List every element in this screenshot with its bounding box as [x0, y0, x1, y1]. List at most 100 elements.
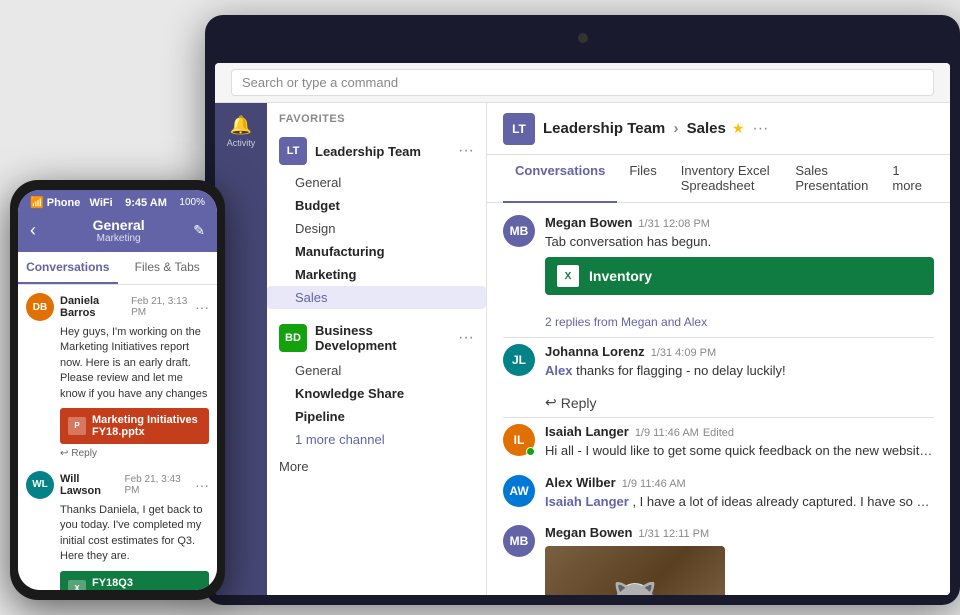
more-link[interactable]: More — [267, 451, 486, 482]
phone-channel-name: General — [44, 217, 193, 233]
header-team-avatar: LT — [503, 113, 535, 145]
phone-msg-header-1: DB Daniela Barros Feb 21, 3:13 PM ··· — [26, 293, 209, 321]
reply-label-phone-1: Reply — [71, 448, 97, 459]
search-bar-container: Search or type a command — [215, 63, 950, 103]
channel-marketing[interactable]: Marketing — [267, 263, 486, 286]
phone-battery: 100% — [179, 197, 205, 208]
phone-msg-more-1[interactable]: ··· — [195, 299, 209, 315]
team-item-leadership[interactable]: LT Leadership Team ··· — [267, 131, 486, 171]
bell-icon: 🔔 — [230, 115, 252, 136]
team-icon-bizdev: BD — [279, 324, 307, 352]
channel-manufacturing[interactable]: Manufacturing — [267, 240, 486, 263]
video-thumbnail[interactable]: 🦝 ▶ — [545, 546, 725, 595]
message-time-2: 1/31 4:09 PM — [651, 347, 716, 359]
team-more-icon[interactable]: ··· — [458, 142, 474, 160]
message-author-5: Megan Bowen — [545, 525, 632, 540]
team-name-bizdev: Business Development — [315, 323, 458, 353]
tab-sales-pres[interactable]: Sales Presentation — [783, 155, 880, 203]
racoon-emoji: 🦝 — [605, 572, 665, 595]
channel-sidebar: Favorites LT Leadership Team ··· General… — [267, 103, 487, 595]
header-channel-name: Sales — [687, 120, 726, 137]
back-button[interactable]: ‹ — [30, 220, 36, 241]
tablet-screen: Search or type a command 🔔 Activity Favo… — [215, 63, 950, 595]
phone-time: 9:45 AM — [125, 197, 167, 209]
nav-activity[interactable]: 🔔 Activity — [221, 111, 261, 151]
avatar-johanna: JL — [503, 344, 535, 376]
message-text-4-rest: , I have a lot of ideas already captured… — [632, 494, 934, 509]
xlsx-filename: FY18Q3 Expenses.xlsx — [92, 577, 201, 590]
phone-carrier: 📶 Phone WiFi — [30, 196, 113, 209]
search-input[interactable]: Search or type a command — [231, 69, 934, 96]
team-bizdev-more-icon[interactable]: ··· — [458, 329, 474, 347]
phone-msg-time-1: Feb 21, 3:13 PM — [131, 296, 195, 318]
phone-tabs: Conversations Files & Tabs — [18, 252, 217, 285]
phone-reply-1[interactable]: ↩ Reply — [60, 448, 209, 459]
phone-msg-more-2[interactable]: ··· — [195, 477, 209, 493]
phone-avatar-will: WL — [26, 471, 54, 499]
message-group-4: AW Alex Wilber 1/9 11:46 AM Isaiah Lange… — [503, 475, 934, 511]
tab-more[interactable]: 1 more — [880, 155, 934, 203]
channel-design[interactable]: Design — [267, 217, 486, 240]
message-meta-3: Isaiah Langer 1/9 11:46 AM Edited — [545, 424, 934, 439]
message-text-1: Tab conversation has begun. — [545, 233, 934, 251]
team-item-bizdev[interactable]: BD Business Development ··· — [267, 317, 486, 359]
message-text-2-rest: thanks for flagging - no delay luckily! — [576, 363, 786, 378]
phone-msg-author-1: Daniela Barros — [60, 295, 127, 319]
phone-tab-files[interactable]: Files & Tabs — [118, 252, 218, 284]
divider-1 — [503, 337, 934, 338]
channel-more-icon[interactable]: ··· — [752, 120, 768, 138]
inventory-card-label: Inventory — [589, 268, 652, 284]
divider-2 — [503, 417, 934, 418]
channel-knowledge[interactable]: Knowledge Share — [267, 382, 486, 405]
phone-avatar-daniela: DB — [26, 293, 54, 321]
message-content-2: Johanna Lorenz 1/31 4:09 PM Alex thanks … — [545, 344, 934, 380]
phone-tab-conversations[interactable]: Conversations — [18, 252, 118, 284]
phone-device: 📶 Phone WiFi 9:45 AM 100% ‹ General Mark… — [10, 180, 225, 600]
message-group-2: JL Johanna Lorenz 1/31 4:09 PM Alex than… — [503, 344, 934, 380]
phone-status-bar: 📶 Phone WiFi 9:45 AM 100% — [18, 190, 217, 213]
favorite-star-icon[interactable]: ★ — [732, 120, 745, 137]
phone-message-1: DB Daniela Barros Feb 21, 3:13 PM ··· He… — [26, 293, 209, 459]
channel-general[interactable]: General — [267, 171, 486, 194]
tab-conversations[interactable]: Conversations — [503, 155, 617, 203]
edit-icon[interactable]: ✎ — [193, 222, 205, 239]
online-indicator — [526, 447, 535, 456]
nav-activity-label: Activity — [227, 138, 256, 148]
message-edited-badge: Edited — [703, 427, 734, 439]
message-group-5: MB Megan Bowen 1/31 12:11 PM 🦝 ▶ — [503, 525, 934, 595]
tablet-device: Search or type a command 🔔 Activity Favo… — [205, 15, 960, 605]
more-channels-link[interactable]: 1 more channel — [267, 428, 486, 451]
reply-label-2: Reply — [561, 395, 597, 411]
phone-screen: 📶 Phone WiFi 9:45 AM 100% ‹ General Mark… — [18, 190, 217, 590]
xlsx-icon-phone: X — [68, 580, 86, 590]
phone-messages-area: DB Daniela Barros Feb 21, 3:13 PM ··· He… — [18, 285, 217, 590]
message-content-1: Megan Bowen 1/31 12:08 PM Tab conversati… — [545, 215, 934, 301]
message-meta-1: Megan Bowen 1/31 12:08 PM — [545, 215, 934, 230]
message-time-1: 1/31 12:08 PM — [638, 218, 710, 230]
reply-button-2[interactable]: ↩ Reply — [545, 394, 934, 411]
phone-message-2: WL Will Lawson Feb 21, 3:43 PM ··· Thank… — [26, 471, 209, 590]
phone-msg-header-2: WL Will Lawson Feb 21, 3:43 PM ··· — [26, 471, 209, 499]
channel-bizdev-general[interactable]: General — [267, 359, 486, 382]
reply-arrow-icon: ↩ — [545, 394, 557, 411]
header-team-name: Leadership Team — [543, 120, 665, 137]
messages-area: MB Megan Bowen 1/31 12:08 PM Tab convers… — [487, 203, 950, 595]
pptx-icon: P — [68, 417, 86, 435]
message-text-3: Hi all - I would like to get some quick … — [545, 442, 934, 460]
team-name-leadership: Leadership Team — [315, 144, 458, 159]
avatar-alex: AW — [503, 475, 535, 507]
teams-layout: 🔔 Activity Favorites LT Leadership Team … — [215, 103, 950, 595]
channel-sales[interactable]: Sales — [267, 286, 486, 309]
message-meta-5: Megan Bowen 1/31 12:11 PM — [545, 525, 934, 540]
message-author-2: Johanna Lorenz — [545, 344, 645, 359]
replies-info-1[interactable]: 2 replies from Megan and Alex — [545, 315, 934, 329]
message-meta-2: Johanna Lorenz 1/31 4:09 PM — [545, 344, 934, 359]
channel-pipeline[interactable]: Pipeline — [267, 405, 486, 428]
phone-msg-time-2: Feb 21, 3:43 PM — [125, 474, 195, 496]
channel-budget[interactable]: Budget — [267, 194, 486, 217]
favorites-header: Favorites — [267, 103, 486, 131]
avatar-megan2: MB — [503, 525, 535, 557]
tab-inventory[interactable]: Inventory Excel Spreadsheet — [669, 155, 784, 203]
tab-files[interactable]: Files — [617, 155, 668, 203]
phone-channel-sub: Marketing — [44, 233, 193, 244]
